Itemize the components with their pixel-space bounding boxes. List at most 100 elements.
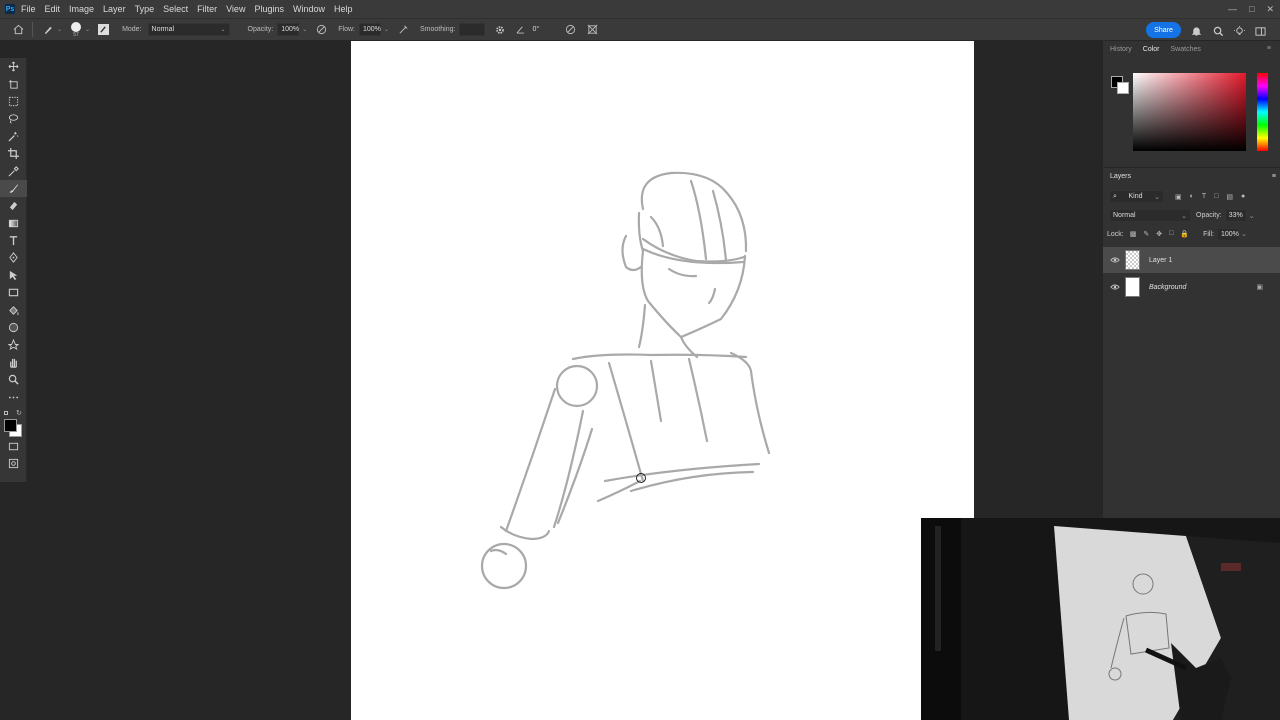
sharpen-icon[interactable]: [0, 336, 27, 353]
eye-icon[interactable]: [1110, 283, 1120, 291]
chevron-down-icon[interactable]: ⌄: [1249, 212, 1255, 220]
search-icon[interactable]: [1211, 24, 1225, 38]
color-swatches[interactable]: ↻: [0, 406, 26, 438]
layer-thumbnail: [1125, 250, 1140, 270]
filter-adjust-icon[interactable]: ◐: [1190, 193, 1194, 201]
close-icon[interactable]: ✕: [1266, 4, 1274, 15]
move-icon[interactable]: [0, 58, 27, 75]
tab-history[interactable]: History: [1110, 46, 1132, 53]
brush-preset-picker[interactable]: 57: [71, 21, 82, 38]
menu-select[interactable]: Select: [163, 4, 188, 14]
workspace-icon[interactable]: [1253, 24, 1267, 38]
filter-smart-icon[interactable]: ▤: [1226, 193, 1233, 201]
share-button[interactable]: Share: [1146, 22, 1181, 38]
menu-plugins[interactable]: Plugins: [254, 4, 284, 14]
tab-swatches[interactable]: Swatches: [1171, 46, 1201, 53]
filter-pixel-icon[interactable]: ▣: [1175, 193, 1182, 201]
rectangle-icon[interactable]: [0, 284, 27, 301]
tab-color[interactable]: Color: [1143, 46, 1160, 53]
lightbulb-icon[interactable]: [1232, 24, 1246, 38]
default-colors-icon[interactable]: [4, 410, 8, 415]
brush-settings-icon[interactable]: [98, 24, 110, 35]
menu-type[interactable]: Type: [135, 4, 155, 14]
flow-input[interactable]: 100%: [358, 23, 381, 36]
pressure-size-icon[interactable]: [563, 23, 577, 37]
artboard-icon[interactable]: [0, 75, 27, 92]
menu-file[interactable]: File: [21, 4, 36, 14]
layer-row-layer-1[interactable]: Layer 1: [1103, 247, 1280, 273]
swap-colors-icon[interactable]: ↻: [16, 409, 22, 417]
gradient-icon[interactable]: [0, 215, 27, 232]
maximize-icon[interactable]: □: [1249, 4, 1254, 14]
filter-type-icon[interactable]: T: [1202, 193, 1206, 201]
angle-input[interactable]: 0°: [529, 23, 552, 36]
lock-all-icon[interactable]: 🔒: [1180, 230, 1189, 238]
filter-toggle-icon[interactable]: ●: [1241, 193, 1245, 201]
gear-icon[interactable]: [493, 23, 507, 37]
background-color-chip[interactable]: [1117, 82, 1129, 94]
home-icon[interactable]: [11, 23, 25, 37]
fill-input[interactable]: 100%: [1216, 227, 1239, 241]
blend-mode-select[interactable]: Normal ⌄: [1109, 209, 1191, 222]
menu-image[interactable]: Image: [69, 4, 94, 14]
menu-view[interactable]: View: [226, 4, 245, 14]
magic-wand-icon[interactable]: [0, 128, 27, 145]
color-picker-field[interactable]: [1133, 73, 1246, 151]
lasso-icon[interactable]: [0, 110, 27, 127]
paint-bucket-icon[interactable]: [0, 301, 27, 318]
quick-mask-icon[interactable]: [0, 438, 27, 455]
document-canvas[interactable]: [351, 41, 974, 720]
menu-window[interactable]: Window: [293, 4, 325, 14]
smoothing-input[interactable]: [459, 23, 486, 36]
menu-filter[interactable]: Filter: [197, 4, 217, 14]
chevron-down-icon: ⌄: [1181, 212, 1187, 220]
kind-filter-select[interactable]: ⌕ Kind ⌄: [1109, 190, 1164, 203]
more-icon[interactable]: [0, 388, 27, 405]
filter-shape-icon[interactable]: □: [1214, 193, 1218, 201]
pen-icon[interactable]: [0, 249, 27, 266]
hue-slider[interactable]: [1257, 73, 1268, 151]
mode-select[interactable]: Normal ⌄: [147, 23, 230, 36]
brush-tool-icon[interactable]: [41, 23, 55, 37]
screen-mode-icon[interactable]: [0, 455, 27, 472]
chevron-down-icon[interactable]: ⌄: [302, 26, 307, 33]
menu-help[interactable]: Help: [334, 4, 353, 14]
chevron-down-icon[interactable]: ⌄: [85, 26, 90, 33]
eraser-icon[interactable]: [0, 197, 27, 214]
lock-paint-icon[interactable]: ✎: [1143, 230, 1149, 238]
airbrush-icon[interactable]: [396, 23, 410, 37]
layer-name[interactable]: Background: [1149, 284, 1186, 291]
lock-artboard-icon[interactable]: □: [1169, 230, 1173, 238]
opacity-input[interactable]: 100%: [277, 23, 300, 36]
eyedropper-icon[interactable]: [0, 162, 27, 179]
path-select-icon[interactable]: [0, 267, 27, 284]
panel-menu-icon[interactable]: ≡: [1267, 45, 1271, 52]
foreground-color-swatch[interactable]: [4, 418, 17, 432]
layers-menu-icon[interactable]: ≡: [1272, 173, 1276, 180]
layers-title: Layers: [1110, 172, 1132, 180]
layer-row-background[interactable]: Background ▣: [1103, 274, 1280, 300]
eye-icon[interactable]: [1110, 256, 1120, 264]
menu-layer[interactable]: Layer: [103, 4, 126, 14]
pressure-opacity-icon[interactable]: [314, 23, 328, 37]
bell-icon[interactable]: [1189, 24, 1203, 38]
hand-icon[interactable]: [0, 354, 27, 371]
chevron-down-icon[interactable]: ⌄: [57, 26, 62, 33]
layer-name[interactable]: Layer 1: [1149, 257, 1172, 264]
zoom-icon[interactable]: [0, 371, 27, 388]
chevron-down-icon[interactable]: ⌄: [1241, 230, 1247, 238]
symmetry-icon[interactable]: [585, 23, 599, 37]
brush-tip-icon: [71, 21, 82, 32]
type-icon[interactable]: [0, 232, 27, 249]
crop-icon[interactable]: [0, 145, 27, 162]
chevron-down-icon[interactable]: ⌄: [384, 26, 389, 33]
mode-label: Mode:: [122, 26, 142, 33]
lock-position-icon[interactable]: ✥: [1156, 230, 1162, 238]
brush-icon[interactable]: [0, 179, 27, 198]
ellipse-icon[interactable]: [0, 319, 27, 336]
lock-transparent-icon[interactable]: ▩: [1130, 230, 1137, 238]
layer-opacity-input[interactable]: 33%: [1224, 209, 1247, 222]
minimize-icon[interactable]: —: [1228, 4, 1237, 14]
menu-edit[interactable]: Edit: [45, 4, 61, 14]
marquee-icon[interactable]: [0, 93, 27, 110]
